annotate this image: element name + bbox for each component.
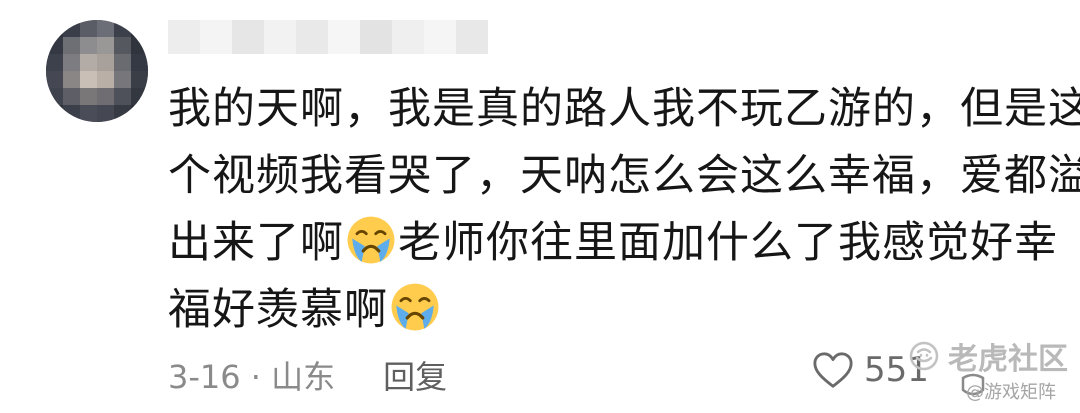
comment-line-3-part-a: 出来了啊 — [168, 218, 344, 268]
username-blurred[interactable] — [168, 20, 488, 54]
comment-text: 我的天啊，我是真的路人我不玩乙游的，但是这 个视频我看哭了，天呐怎么会这么幸福，… — [168, 76, 1080, 344]
date-location: 3-16 · 山东 — [168, 358, 336, 396]
watermark-main: 老虎社区 — [908, 334, 1068, 378]
comment-line-4-part-a: 福好羡慕啊 — [168, 285, 388, 335]
crying-face-icon — [391, 283, 439, 331]
comment-line-3: 出来了啊 老师你往里面加什么了我感觉好幸 — [168, 210, 1057, 277]
heart-icon — [813, 352, 853, 388]
tiger-logo-icon — [909, 341, 939, 371]
comment-line-3-part-b: 老师你往里面加什么了我感觉好幸 — [398, 218, 1058, 268]
comment-meta: 3-16 · 山东 回复 — [168, 352, 447, 398]
watermark-sub-text: @游戏矩阵 — [966, 382, 1056, 403]
crying-face-icon — [347, 216, 395, 264]
reply-button[interactable]: 回复 — [383, 352, 447, 398]
avatar[interactable] — [46, 20, 148, 122]
avatar-mosaic — [46, 20, 148, 122]
watermark-main-text: 老虎社区 — [948, 342, 1068, 377]
comment-line-1: 我的天啊，我是真的路人我不玩乙游的，但是这 — [168, 84, 1080, 134]
comment-line-2: 个视频我看哭了，天呐怎么会这么幸福，爱都溢 — [168, 151, 1080, 201]
